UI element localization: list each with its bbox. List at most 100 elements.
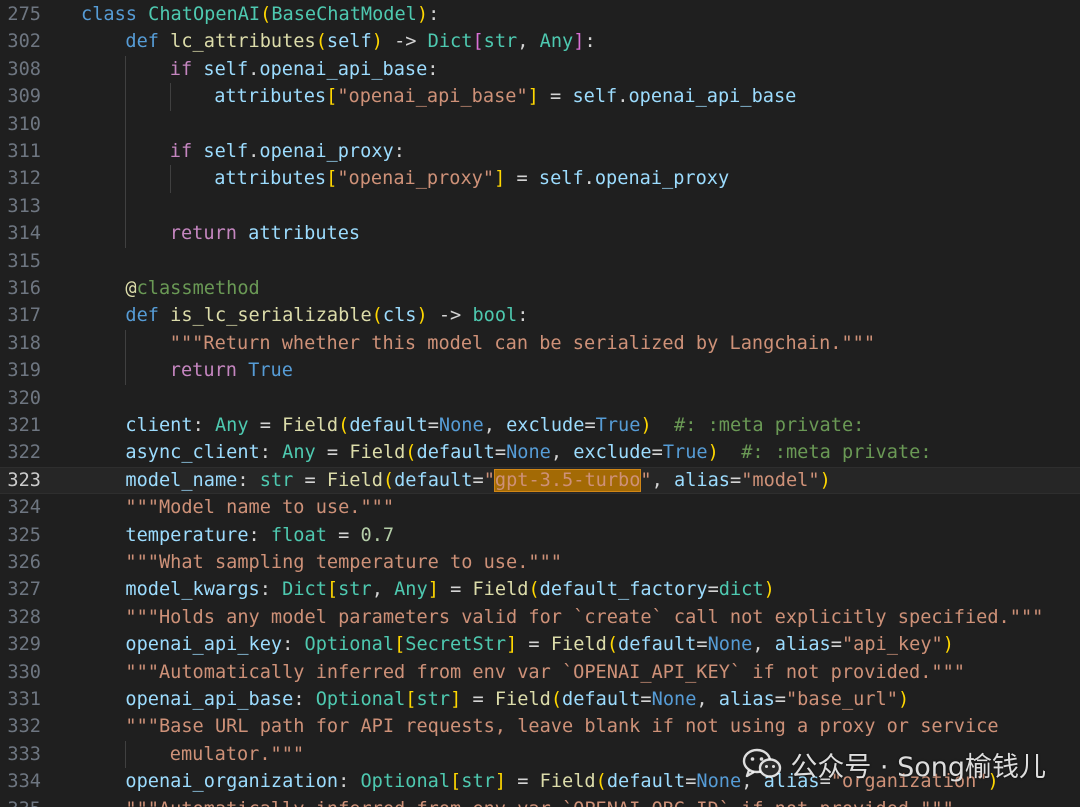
code-editor[interactable]: 275 class ChatOpenAI(BaseChatModel): 302 de… <box>0 0 1080 807</box>
code-token: """What sampling temperature to use.""" <box>125 552 562 573</box>
code-line[interactable]: 322 async_client: Any = Field(default=Non… <box>0 439 1080 466</box>
code-text: openai_organization: Optional[str] = Fie… <box>125 768 998 795</box>
line-number: 308 <box>7 58 41 80</box>
code-text: if self.openai_proxy: <box>170 138 405 165</box>
code-line[interactable]: 312 attributes["openai_proxy"] = self.ope… <box>0 165 1080 193</box>
code-token: [ <box>326 168 338 190</box>
indent-guide <box>169 165 171 193</box>
line-number: 318 <box>7 332 41 354</box>
line-number: 332 <box>7 716 41 738</box>
code-token: [ <box>450 771 462 793</box>
code-token: alias <box>774 634 831 656</box>
code-token: Any <box>394 579 428 601</box>
code-text: @classmethod <box>125 275 259 302</box>
code-token: """Base URL path for API requests, leave… <box>125 716 999 738</box>
code-line[interactable]: 333 emulator.""" <box>0 740 1080 769</box>
code-token: = <box>506 771 540 793</box>
code-token: ChatOpenAI <box>148 4 261 25</box>
code-line[interactable]: 328 """Holds any model parameters valid f… <box>0 604 1080 631</box>
code-line[interactable]: 321 client: Any = Field(default=None, exc… <box>0 412 1080 439</box>
code-line[interactable]: 329 openai_api_key: Optional[SecretStr] =… <box>0 631 1080 658</box>
code-token: : <box>517 305 529 327</box>
code-line[interactable]: 311 if self.openai_proxy: <box>0 138 1080 166</box>
code-token: = <box>461 689 495 710</box>
code-token: ( <box>595 771 607 793</box>
code-token: , <box>752 634 775 656</box>
indent-guide <box>125 329 127 358</box>
code-token: self <box>203 58 249 80</box>
code-token: . <box>248 141 260 162</box>
line-number: 323 <box>7 469 41 491</box>
code-token: = <box>830 634 842 656</box>
code-line[interactable]: 324 """Model name to use.""" <box>0 494 1080 521</box>
code-token: self <box>538 168 584 190</box>
code-token: = <box>472 469 484 491</box>
code-text: """What sampling temperature to use.""" <box>125 549 562 576</box>
code-line[interactable]: 275 class ChatOpenAI(BaseChatModel): <box>0 1 1080 28</box>
code-token: #: :meta private: <box>741 442 932 464</box>
code-text: return True <box>170 357 293 384</box>
code-line[interactable]: 335 """Automatically inferred from env va… <box>0 796 1080 807</box>
code-text: class ChatOpenAI(BaseChatModel): <box>81 1 439 28</box>
code-line[interactable]: 316 @classmethod <box>0 275 1080 302</box>
code-token: float <box>270 524 327 546</box>
code-token: Field <box>326 469 383 491</box>
code-token: openai_api_base <box>259 58 428 80</box>
code-line[interactable]: 330 """Automatically inferred from env va… <box>0 659 1080 686</box>
code-token: , <box>550 442 574 464</box>
code-line[interactable]: 327 model_kwargs: Dict[str, Any] = Field(… <box>0 576 1080 603</box>
code-line[interactable]: 323 model_name: str = Field(default="gpt-… <box>0 466 1080 495</box>
indent-guide <box>125 55 127 84</box>
code-token: ] <box>494 168 506 190</box>
code-line[interactable]: 334 openai_organization: Optional[str] = … <box>0 768 1080 795</box>
code-token: """Holds any model parameters valid for … <box>125 606 1044 628</box>
code-line[interactable]: 332 """Base URL path for API requests, le… <box>0 713 1080 740</box>
code-line[interactable]: 308 if self.openai_api_base: <box>0 55 1080 84</box>
code-line[interactable]: 325 temperature: float = 0.7 <box>0 522 1080 549</box>
code-token: return <box>169 360 249 382</box>
code-text: return attributes <box>170 220 360 247</box>
code-line[interactable]: 313 <box>0 192 1080 221</box>
code-line[interactable]: 317 def is_lc_serializable(cls) -> bool: <box>0 302 1080 329</box>
code-line[interactable]: 326 """What sampling temperature to use."… <box>0 549 1080 576</box>
code-token: ] <box>506 634 518 656</box>
code-text: if self.openai_api_base: <box>170 56 439 83</box>
code-token: = <box>438 579 473 601</box>
code-token: ( <box>260 4 272 25</box>
code-token: = <box>730 469 742 491</box>
code-token: . <box>248 58 260 80</box>
code-token: True <box>595 415 641 436</box>
code-token: : <box>338 771 361 793</box>
code-token: . <box>617 86 629 108</box>
code-text: async_client: Any = Field(default=None, … <box>125 439 931 466</box>
code-line[interactable]: 331 openai_api_base: Optional[str] = Fiel… <box>0 686 1080 713</box>
code-token: ( <box>528 579 540 601</box>
code-line[interactable]: 319 return True <box>0 357 1080 385</box>
code-token: -> <box>382 31 428 53</box>
code-token: Field <box>494 689 551 710</box>
code-token: = <box>584 415 596 436</box>
code-line[interactable]: 310 <box>0 110 1080 138</box>
code-token: : <box>427 58 439 80</box>
line-number: 329 <box>7 634 41 656</box>
code-text: """Automatically inferred from env var `… <box>125 796 953 807</box>
code-token: ) <box>942 634 954 656</box>
code-line[interactable]: 302 def lc_attributes(self) -> Dict[str, … <box>0 28 1080 55</box>
code-token: = <box>315 442 350 464</box>
code-line[interactable]: 320 <box>0 385 1080 412</box>
code-token: """Model name to use.""" <box>125 497 395 519</box>
line-number: 311 <box>7 141 41 162</box>
code-token: """Automatically inferred from env var `… <box>125 799 953 807</box>
code-token: ) <box>371 31 383 53</box>
code-token: None <box>438 415 484 436</box>
code-line[interactable]: 318 """Return whether this model can be s… <box>0 329 1080 358</box>
code-token: : <box>584 31 596 53</box>
code-token: ( <box>405 442 417 464</box>
code-line[interactable]: 309 attributes["openai_api_base"] = self.… <box>0 83 1080 111</box>
code-token: default <box>606 771 686 793</box>
indent-guide <box>125 165 127 193</box>
code-line[interactable]: 315 <box>0 248 1080 275</box>
code-line[interactable]: 314 return attributes <box>0 220 1080 248</box>
code-token: = <box>293 469 327 491</box>
